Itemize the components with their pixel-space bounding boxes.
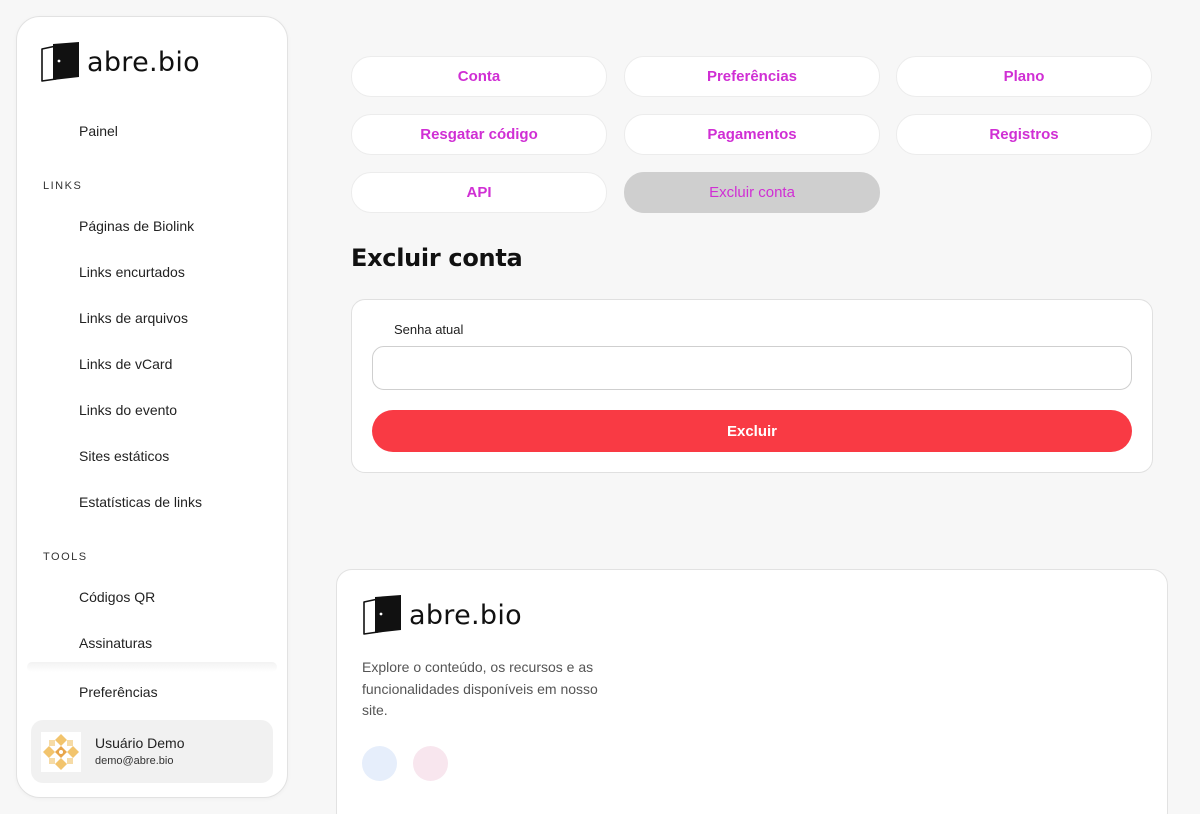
delete-account-card: Senha atual Excluir bbox=[351, 299, 1153, 473]
door-logo-icon bbox=[41, 42, 79, 82]
tab-delete-account[interactable]: Excluir conta bbox=[624, 172, 880, 213]
sidebar-section-links: LINKS bbox=[43, 180, 83, 192]
footer-brand-name: abre.bio bbox=[409, 599, 522, 631]
avatar bbox=[41, 732, 81, 772]
sidebar-item-vcard-links[interactable]: Links de vCard bbox=[79, 356, 172, 372]
tab-logs[interactable]: Registros bbox=[896, 114, 1152, 155]
current-password-input[interactable] bbox=[372, 346, 1132, 390]
brand-name: abre.bio bbox=[87, 46, 200, 78]
sidebar-item-preferences[interactable]: Preferências bbox=[79, 684, 158, 700]
tab-api[interactable]: API bbox=[351, 172, 607, 213]
sidebar-item-biolink-pages[interactable]: Páginas de Biolink bbox=[79, 218, 194, 234]
sidebar-section-tools: TOOLS bbox=[43, 551, 88, 563]
tab-redeem-code[interactable]: Resgatar código bbox=[351, 114, 607, 155]
user-name: Usuário Demo bbox=[95, 735, 185, 751]
user-card[interactable]: Usuário Demo demo@abre.bio bbox=[31, 720, 273, 783]
tab-preferences[interactable]: Preferências bbox=[624, 56, 880, 97]
tab-account[interactable]: Conta bbox=[351, 56, 607, 97]
tab-plan[interactable]: Plano bbox=[896, 56, 1152, 97]
tab-payments[interactable]: Pagamentos bbox=[624, 114, 880, 155]
footer-logo[interactable]: abre.bio bbox=[361, 594, 522, 636]
sidebar-item-signatures[interactable]: Assinaturas bbox=[79, 635, 152, 651]
footer: abre.bio Explore o conteúdo, os recursos… bbox=[336, 569, 1168, 814]
sidebar: abre.bio Painel LINKS Páginas de Biolink… bbox=[16, 16, 288, 798]
sidebar-item-link-stats[interactable]: Estatísticas de links bbox=[79, 494, 202, 510]
sidebar-item-short-links[interactable]: Links encurtados bbox=[79, 264, 185, 280]
sidebar-logo[interactable]: abre.bio bbox=[39, 41, 200, 83]
sidebar-item-dashboard[interactable]: Painel bbox=[79, 123, 118, 139]
current-password-label: Senha atual bbox=[394, 322, 464, 337]
delete-button[interactable]: Excluir bbox=[372, 410, 1132, 452]
footer-description: Explore o conteúdo, os recursos e as fun… bbox=[362, 659, 598, 718]
sidebar-item-event-links[interactable]: Links do evento bbox=[79, 402, 177, 418]
sidebar-scroll-divider bbox=[27, 662, 277, 672]
sidebar-item-file-links[interactable]: Links de arquivos bbox=[79, 310, 188, 326]
sidebar-item-static-sites[interactable]: Sites estáticos bbox=[79, 448, 169, 464]
user-email: demo@abre.bio bbox=[95, 755, 174, 767]
sidebar-item-qr-codes[interactable]: Códigos QR bbox=[79, 589, 155, 605]
social-link-1-icon[interactable] bbox=[362, 746, 397, 781]
social-link-2-icon[interactable] bbox=[413, 746, 448, 781]
door-logo-icon bbox=[363, 595, 401, 635]
page-title: Excluir conta bbox=[351, 244, 523, 272]
